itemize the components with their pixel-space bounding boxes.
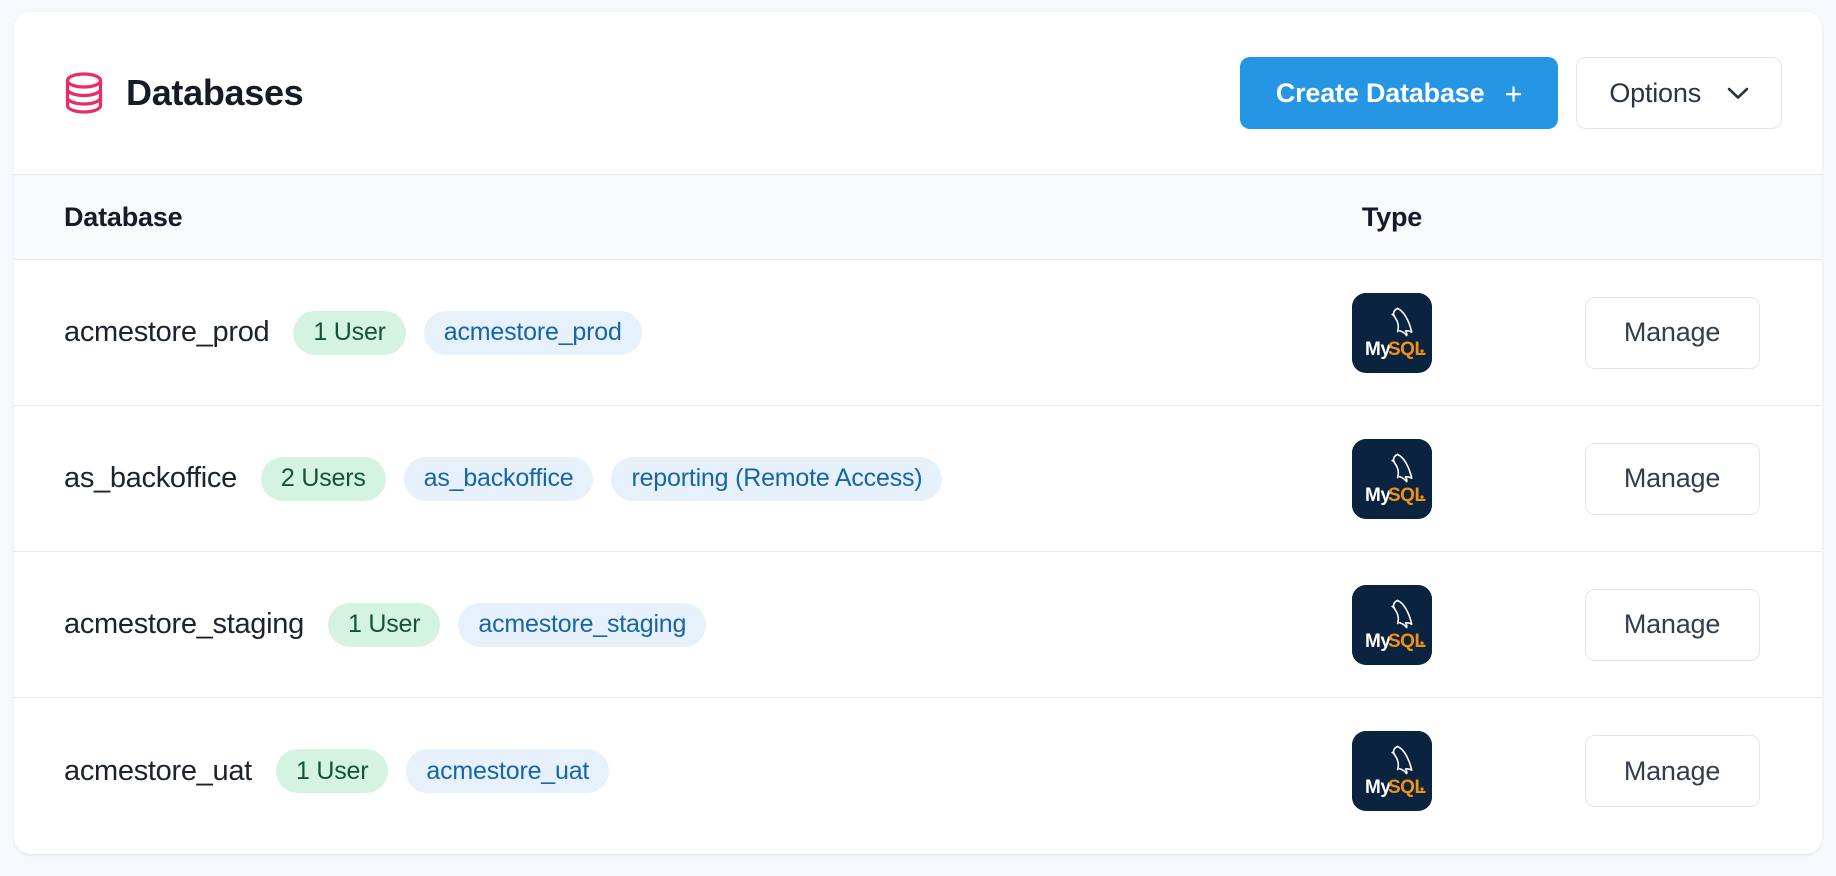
- database-user-badge[interactable]: reporting (Remote Access): [611, 456, 943, 501]
- table-row: acmestore_uat 1 User acmestore_uat My SQ…: [14, 698, 1822, 844]
- table-row: acmestore_prod 1 User acmestore_prod My …: [14, 260, 1822, 406]
- options-button[interactable]: Options: [1576, 57, 1782, 129]
- database-user-badges: acmestore_staging: [458, 602, 724, 647]
- database-user-badges: acmestore_prod: [423, 310, 660, 355]
- options-label: Options: [1609, 77, 1701, 108]
- column-header-database-cell: Database: [14, 202, 1262, 233]
- mysql-logo-icon: My SQL: [1352, 438, 1432, 519]
- header-actions: Create Database + Options: [1239, 57, 1782, 129]
- column-header-type-cell: Type: [1262, 202, 1522, 233]
- table-row: as_backoffice 2 Users as_backoffice repor…: [14, 406, 1822, 552]
- database-user-badges: as_backoffice reporting (Remote Access): [403, 456, 961, 501]
- svg-text:SQL: SQL: [1388, 777, 1426, 798]
- create-database-label: Create Database: [1275, 77, 1485, 108]
- mysql-logo-icon: My SQL: [1352, 584, 1432, 665]
- database-cell-content: acmestore_uat 1 User acmestore_uat: [64, 749, 627, 793]
- manage-button[interactable]: Manage: [1584, 442, 1760, 515]
- database-user-badge[interactable]: acmestore_uat: [406, 749, 610, 793]
- user-count-badge: 1 User: [327, 602, 441, 647]
- manage-button[interactable]: Manage: [1584, 588, 1760, 661]
- database-cell: as_backoffice 2 Users as_backoffice repor…: [14, 456, 1262, 501]
- page-background: Databases Create Database + Options Data…: [0, 0, 1836, 876]
- database-user-badge[interactable]: as_backoffice: [403, 456, 594, 501]
- actions-cell: Manage: [1522, 735, 1822, 807]
- database-user-badge[interactable]: acmestore_staging: [458, 602, 707, 647]
- mysql-logo-icon: My SQL: [1352, 731, 1432, 811]
- database-cell-content: as_backoffice 2 Users as_backoffice repor…: [64, 456, 961, 501]
- table-header-row: Database Type: [14, 174, 1822, 260]
- column-header-type: Type: [1361, 201, 1423, 232]
- mysql-logo-icon: My SQL: [1352, 292, 1432, 373]
- table-row: acmestore_staging 1 User acmestore_stagi…: [14, 552, 1822, 698]
- database-user-badge[interactable]: acmestore_prod: [423, 310, 642, 355]
- database-cell: acmestore_prod 1 User acmestore_prod: [14, 310, 1262, 355]
- database-name: as_backoffice: [64, 462, 237, 494]
- user-count-badge: 1 User: [275, 749, 389, 793]
- user-count-badge: 2 Users: [260, 456, 386, 501]
- type-cell: My SQL: [1262, 292, 1522, 373]
- svg-text:SQL: SQL: [1388, 485, 1426, 506]
- database-name: acmestore_uat: [64, 754, 252, 787]
- plus-icon: +: [1504, 75, 1523, 111]
- page-title-group: Databases: [64, 71, 1240, 115]
- type-cell: My SQL: [1262, 438, 1522, 519]
- table-body: acmestore_prod 1 User acmestore_prod My …: [14, 260, 1822, 844]
- database-cell-content: acmestore_staging 1 User acmestore_stagi…: [64, 602, 724, 647]
- card-header: Databases Create Database + Options: [14, 12, 1822, 174]
- user-count-badge: 1 User: [293, 310, 406, 355]
- database-name: acmestore_prod: [64, 316, 270, 348]
- actions-cell: Manage: [1522, 588, 1822, 661]
- database-cylinder-icon: [64, 71, 104, 115]
- type-cell: My SQL: [1262, 731, 1522, 811]
- databases-table: Database Type acmestore_prod 1 User acme…: [14, 174, 1822, 854]
- type-cell: My SQL: [1262, 584, 1522, 665]
- svg-text:SQL: SQL: [1388, 339, 1426, 360]
- database-cell: acmestore_staging 1 User acmestore_stagi…: [14, 602, 1262, 647]
- actions-cell: Manage: [1522, 296, 1822, 369]
- database-cell: acmestore_uat 1 User acmestore_uat: [14, 749, 1262, 793]
- manage-button[interactable]: Manage: [1584, 296, 1760, 369]
- create-database-button[interactable]: Create Database +: [1239, 57, 1559, 129]
- chevron-down-icon: [1727, 87, 1749, 100]
- svg-text:SQL: SQL: [1388, 631, 1426, 652]
- database-cell-content: acmestore_prod 1 User acmestore_prod: [64, 310, 660, 355]
- actions-cell: Manage: [1522, 442, 1822, 515]
- database-user-badges: acmestore_uat: [406, 749, 627, 793]
- manage-button[interactable]: Manage: [1584, 735, 1760, 807]
- databases-card: Databases Create Database + Options Data…: [14, 12, 1822, 854]
- column-header-database: Database: [64, 201, 183, 232]
- page-title: Databases: [126, 72, 304, 113]
- database-name: acmestore_staging: [64, 608, 304, 640]
